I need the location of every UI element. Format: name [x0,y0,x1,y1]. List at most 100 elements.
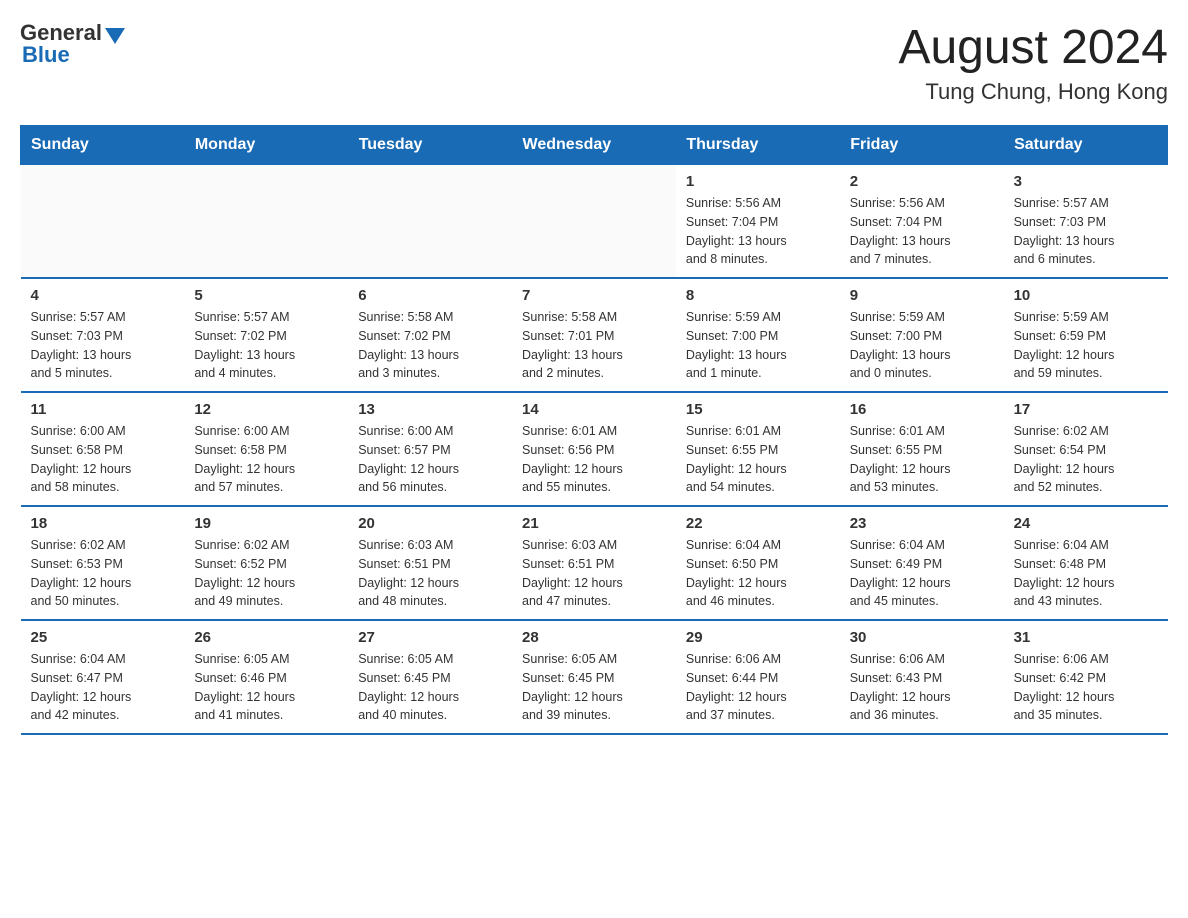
calendar-cell: 15 Sunrise: 6:01 AM Sunset: 6:55 PM Dayli… [676,392,840,506]
day-info: Sunrise: 5:58 AM Sunset: 7:01 PM Dayligh… [522,308,666,383]
day-number: 1 [686,173,830,190]
logo: General Blue [20,20,125,68]
calendar-cell: 16 Sunrise: 6:01 AM Sunset: 6:55 PM Dayli… [840,392,1004,506]
calendar-cell: 17Sunrise: 6:02 AM Sunset: 6:54 PM Dayli… [1004,392,1168,506]
day-info: Sunrise: 5:57 AM Sunset: 7:03 PM Dayligh… [1014,194,1158,269]
day-info: Sunrise: 6:06 AM Sunset: 6:43 PM Dayligh… [850,650,994,725]
day-info: Sunrise: 6:00 AM Sunset: 6:58 PM Dayligh… [194,422,338,497]
day-info: Sunrise: 5:56 AM Sunset: 7:04 PM Dayligh… [850,194,994,269]
day-number: 5 [194,287,338,304]
day-info: Sunrise: 6:01 AM Sunset: 6:55 PM Dayligh… [686,422,830,497]
day-number: 4 [31,287,175,304]
calendar-cell: 3 Sunrise: 5:57 AM Sunset: 7:03 PM Daylig… [1004,165,1168,279]
calendar-cell: 28 Sunrise: 6:05 AM Sunset: 6:45 PM Dayli… [512,620,676,734]
day-number: 28 [522,629,666,646]
day-info: Sunrise: 5:57 AM Sunset: 7:02 PM Dayligh… [194,308,338,383]
day-number: 15 [686,401,830,418]
calendar-week-row: 1 Sunrise: 5:56 AM Sunset: 7:04 PM Daylig… [21,165,1168,279]
day-number: 8 [686,287,830,304]
day-info: Sunrise: 6:05 AM Sunset: 6:45 PM Dayligh… [522,650,666,725]
day-info: Sunrise: 6:04 AM Sunset: 6:50 PM Dayligh… [686,536,830,611]
calendar-cell: 25 Sunrise: 6:04 AM Sunset: 6:47 PM Dayli… [21,620,185,734]
day-info: Sunrise: 5:56 AM Sunset: 7:04 PM Dayligh… [686,194,830,269]
day-number: 26 [194,629,338,646]
calendar-week-row: 4Sunrise: 5:57 AM Sunset: 7:03 PM Daylig… [21,278,1168,392]
day-number: 30 [850,629,994,646]
day-info: Sunrise: 6:00 AM Sunset: 6:57 PM Dayligh… [358,422,502,497]
calendar-cell [348,165,512,279]
logo-blue-text: Blue [22,42,70,68]
day-info: Sunrise: 6:00 AM Sunset: 6:58 PM Dayligh… [31,422,175,497]
day-number: 11 [31,401,175,418]
day-number: 24 [1014,515,1158,532]
calendar-week-row: 25 Sunrise: 6:04 AM Sunset: 6:47 PM Dayli… [21,620,1168,734]
main-title: August 2024 [898,20,1168,75]
calendar-cell: 19 Sunrise: 6:02 AM Sunset: 6:52 PM Dayli… [184,506,348,620]
day-of-week-header: Monday [184,126,348,165]
calendar-cell: 23Sunrise: 6:04 AM Sunset: 6:49 PM Dayli… [840,506,1004,620]
calendar-cell: 30 Sunrise: 6:06 AM Sunset: 6:43 PM Dayli… [840,620,1004,734]
logo-triangle-icon [105,28,125,44]
day-number: 19 [194,515,338,532]
calendar-cell: 20Sunrise: 6:03 AM Sunset: 6:51 PM Dayli… [348,506,512,620]
day-info: Sunrise: 6:05 AM Sunset: 6:45 PM Dayligh… [358,650,502,725]
day-info: Sunrise: 6:04 AM Sunset: 6:49 PM Dayligh… [850,536,994,611]
page-header: General Blue August 2024 Tung Chung, Hon… [20,20,1168,105]
calendar-cell: 12 Sunrise: 6:00 AM Sunset: 6:58 PM Dayli… [184,392,348,506]
calendar-cell: 31Sunrise: 6:06 AM Sunset: 6:42 PM Dayli… [1004,620,1168,734]
day-number: 29 [686,629,830,646]
day-number: 3 [1014,173,1158,190]
calendar-cell: 21 Sunrise: 6:03 AM Sunset: 6:51 PM Dayli… [512,506,676,620]
calendar-cell: 29Sunrise: 6:06 AM Sunset: 6:44 PM Dayli… [676,620,840,734]
calendar-week-row: 11 Sunrise: 6:00 AM Sunset: 6:58 PM Dayli… [21,392,1168,506]
day-info: Sunrise: 6:03 AM Sunset: 6:51 PM Dayligh… [522,536,666,611]
subtitle: Tung Chung, Hong Kong [898,79,1168,105]
calendar-cell: 4Sunrise: 5:57 AM Sunset: 7:03 PM Daylig… [21,278,185,392]
day-number: 14 [522,401,666,418]
day-info: Sunrise: 5:59 AM Sunset: 7:00 PM Dayligh… [686,308,830,383]
calendar-table: SundayMondayTuesdayWednesdayThursdayFrid… [20,125,1168,735]
calendar-cell: 24 Sunrise: 6:04 AM Sunset: 6:48 PM Dayli… [1004,506,1168,620]
day-number: 25 [31,629,175,646]
day-info: Sunrise: 6:04 AM Sunset: 6:47 PM Dayligh… [31,650,175,725]
calendar-cell [512,165,676,279]
day-info: Sunrise: 6:02 AM Sunset: 6:53 PM Dayligh… [31,536,175,611]
calendar-cell: 26 Sunrise: 6:05 AM Sunset: 6:46 PM Dayli… [184,620,348,734]
day-of-week-header: Friday [840,126,1004,165]
day-info: Sunrise: 6:01 AM Sunset: 6:56 PM Dayligh… [522,422,666,497]
calendar-cell: 27Sunrise: 6:05 AM Sunset: 6:45 PM Dayli… [348,620,512,734]
calendar-cell: 6Sunrise: 5:58 AM Sunset: 7:02 PM Daylig… [348,278,512,392]
day-info: Sunrise: 6:02 AM Sunset: 6:52 PM Dayligh… [194,536,338,611]
day-number: 18 [31,515,175,532]
calendar-cell: 10 Sunrise: 5:59 AM Sunset: 6:59 PM Dayli… [1004,278,1168,392]
day-number: 21 [522,515,666,532]
calendar-cell: 2 Sunrise: 5:56 AM Sunset: 7:04 PM Daylig… [840,165,1004,279]
day-info: Sunrise: 6:01 AM Sunset: 6:55 PM Dayligh… [850,422,994,497]
day-number: 10 [1014,287,1158,304]
day-info: Sunrise: 5:59 AM Sunset: 6:59 PM Dayligh… [1014,308,1158,383]
calendar-cell: 9Sunrise: 5:59 AM Sunset: 7:00 PM Daylig… [840,278,1004,392]
day-number: 31 [1014,629,1158,646]
calendar-week-row: 18 Sunrise: 6:02 AM Sunset: 6:53 PM Dayli… [21,506,1168,620]
day-of-week-header: Thursday [676,126,840,165]
day-number: 9 [850,287,994,304]
calendar-cell: 14 Sunrise: 6:01 AM Sunset: 6:56 PM Dayli… [512,392,676,506]
calendar-cell [21,165,185,279]
day-number: 13 [358,401,502,418]
day-number: 12 [194,401,338,418]
day-number: 7 [522,287,666,304]
day-of-week-header: Tuesday [348,126,512,165]
day-number: 22 [686,515,830,532]
calendar-cell: 8 Sunrise: 5:59 AM Sunset: 7:00 PM Daylig… [676,278,840,392]
day-info: Sunrise: 6:05 AM Sunset: 6:46 PM Dayligh… [194,650,338,725]
day-number: 6 [358,287,502,304]
day-info: Sunrise: 6:02 AM Sunset: 6:54 PM Dayligh… [1014,422,1158,497]
calendar-cell: 22 Sunrise: 6:04 AM Sunset: 6:50 PM Dayli… [676,506,840,620]
day-number: 20 [358,515,502,532]
calendar-cell [184,165,348,279]
day-info: Sunrise: 6:04 AM Sunset: 6:48 PM Dayligh… [1014,536,1158,611]
day-number: 2 [850,173,994,190]
title-area: August 2024 Tung Chung, Hong Kong [898,20,1168,105]
day-number: 16 [850,401,994,418]
calendar-header-row: SundayMondayTuesdayWednesdayThursdayFrid… [21,126,1168,165]
